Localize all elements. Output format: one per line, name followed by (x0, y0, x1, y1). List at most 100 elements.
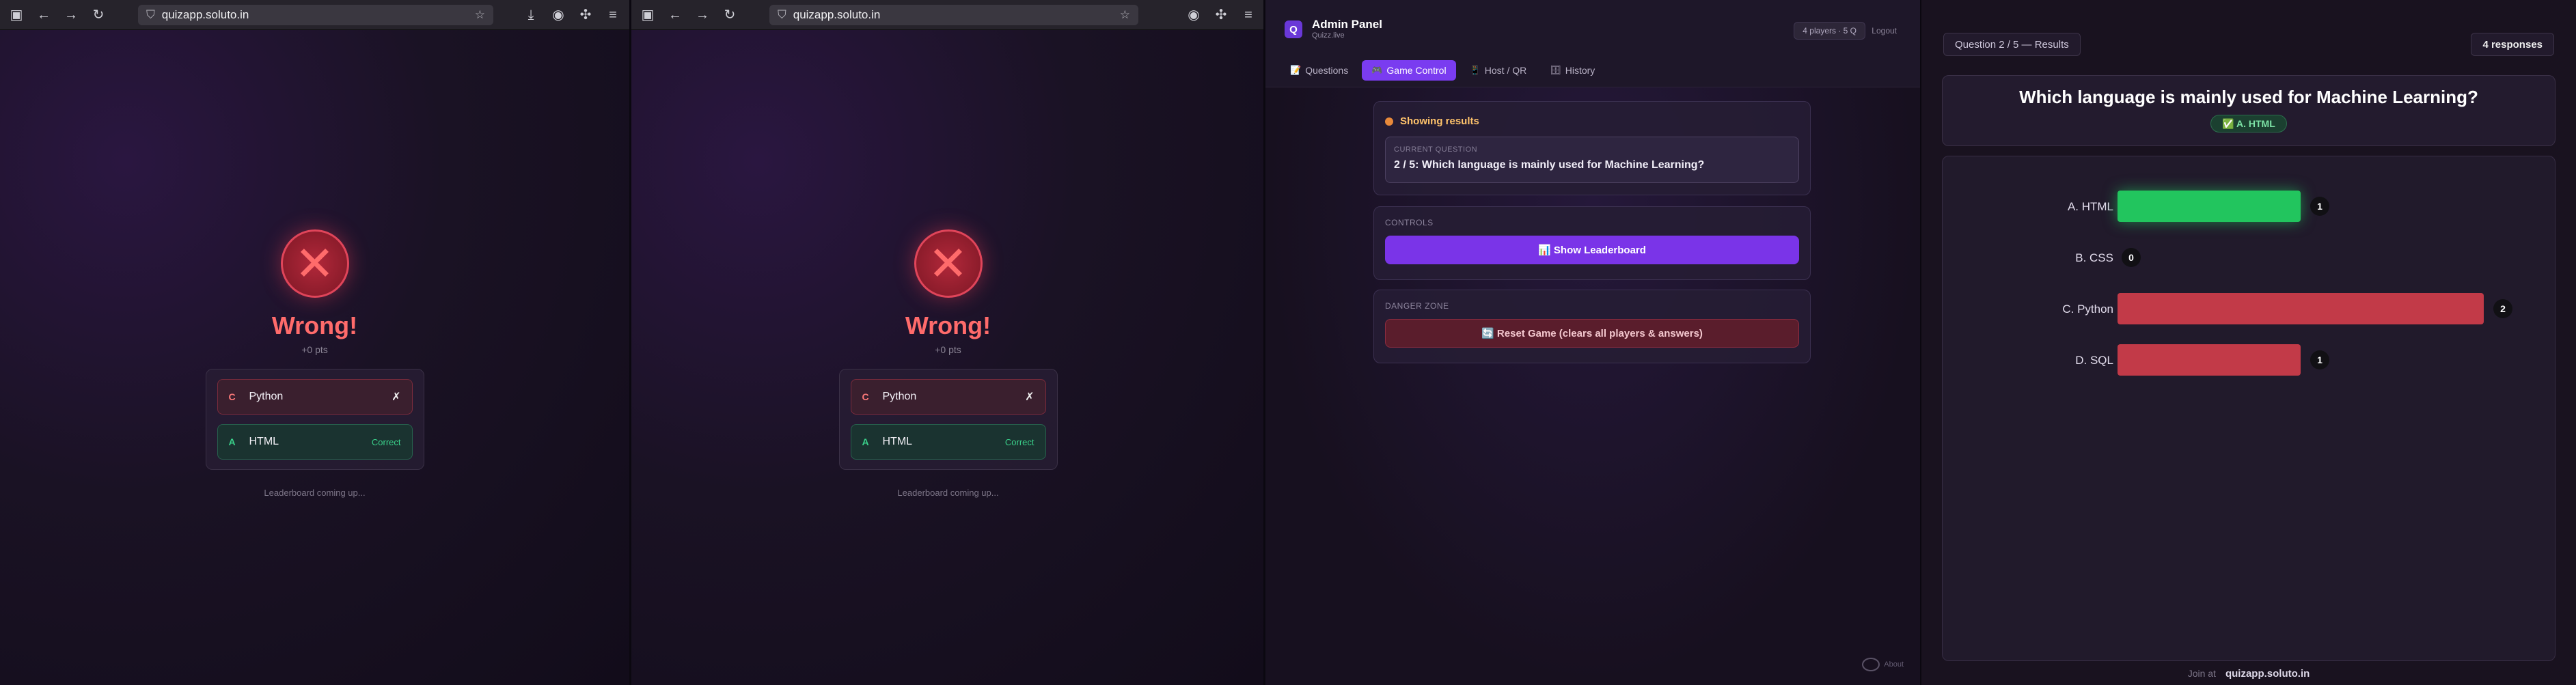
tab-host-qr[interactable]: 📱 Host / QR (1460, 60, 1537, 81)
tab-game-control[interactable]: 🎮 Game Control (1362, 60, 1456, 81)
game-status: Showing results (1385, 115, 1810, 127)
your-answer: C Python ✗ (850, 379, 1046, 415)
wrong-icon: ✕ (914, 229, 983, 298)
notepad-icon: 📝 (1290, 65, 1302, 75)
question-progress-pill: Question 2 / 5 — Results (1943, 33, 2081, 56)
status-text: Showing results (1400, 115, 1479, 127)
browser-toolbar: ▣ ← → ↻ ⛉ quizapp.soluto.in ☆ ⤓ ◉ ✣ ≡ (0, 0, 629, 30)
danger-zone-card: DANGER ZONE 🔄 Reset Game (clears all pla… (1373, 290, 1811, 363)
url-text: quizapp.soluto.in (161, 8, 249, 21)
gamepad-icon: 🎮 (1371, 65, 1383, 75)
tab-label: Game Control (1386, 65, 1447, 76)
answer-summary: C Python ✗ A HTML Correct (838, 369, 1058, 470)
answer-letter: C (862, 391, 869, 402)
admin-title: Admin Panel (1312, 18, 1382, 31)
correct-answer-pill: ✅ A. HTML (2210, 115, 2287, 132)
points-earned: +0 pts (301, 344, 328, 355)
current-question-box: CURRENT QUESTION 2 / 5: Which language i… (1385, 137, 1799, 183)
player-page: ✕ Wrong! +0 pts C Python ✗ A HTML Correc… (631, 30, 1265, 685)
result-title: Wrong! (905, 311, 991, 339)
answer-text: Python (882, 391, 917, 402)
leaderboard-notice: Leaderboard coming up... (264, 488, 366, 498)
extensions-icon[interactable]: ✣ (1213, 7, 1229, 23)
show-leaderboard-button[interactable]: 📊 Show Leaderboard (1385, 236, 1799, 264)
answer-text: HTML (249, 436, 279, 447)
tab-questions[interactable]: 📝 Questions (1280, 60, 1358, 81)
tab-label: Host / QR (1484, 65, 1527, 76)
url-bar[interactable]: ⛉ quizapp.soluto.in ☆ (138, 4, 493, 25)
sidebar-toggle-icon[interactable]: ▣ (640, 7, 656, 23)
status-card: Showing results CURRENT QUESTION 2 / 5: … (1373, 101, 1811, 195)
question-text: Which language is mainly used for Machin… (2019, 87, 2478, 107)
reset-game-button[interactable]: 🔄 Reset Game (clears all players & answe… (1385, 319, 1799, 348)
phone-icon: 📱 (1469, 65, 1481, 75)
player-window-2: ▣ ← → ↻ ⛉ quizapp.soluto.in ☆ ◉ ✣ ≡ ✕ Wr… (631, 0, 1265, 685)
menu-icon[interactable]: ≡ (1240, 7, 1257, 23)
bookmark-star-icon[interactable]: ☆ (475, 8, 485, 22)
result-title: Wrong! (271, 311, 358, 339)
responses-count: 4 responses (2471, 33, 2554, 56)
danger-zone-label: DANGER ZONE (1385, 301, 1449, 311)
status-dot-icon (1385, 117, 1393, 126)
points-earned: +0 pts (935, 344, 961, 355)
about-link[interactable]: About (1862, 658, 1904, 671)
sidebar-toggle-icon[interactable]: ▣ (8, 7, 25, 23)
about-text: About (1884, 660, 1904, 669)
answer-letter: A (228, 436, 236, 447)
extensions-icon[interactable]: ✣ (577, 7, 594, 23)
account-icon[interactable]: ◉ (550, 7, 566, 23)
account-icon[interactable]: ◉ (1186, 7, 1202, 23)
leaderboard-notice: Leaderboard coming up... (897, 488, 999, 498)
shield-icon: ⛉ (146, 8, 155, 21)
tab-label: History (1565, 65, 1595, 76)
tab-history[interactable]: 🗄 History (1540, 60, 1604, 81)
url-bar[interactable]: ⛉ quizapp.soluto.in ☆ (769, 4, 1138, 25)
answer-letter: A (862, 436, 869, 447)
answer-letter: C (228, 391, 236, 402)
reload-icon[interactable]: ↻ (722, 7, 738, 23)
results-window: Question 2 / 5 — Results 4 responses Whi… (1921, 0, 2576, 685)
logout-button[interactable]: Logout (1872, 26, 1897, 36)
bar-label: A. HTML (2068, 200, 2113, 213)
correct-answer: A HTML Correct (217, 424, 413, 460)
bar-label: D. SQL (2075, 354, 2113, 367)
cross-icon: ✗ (392, 391, 401, 403)
result-panel: ✕ Wrong! +0 pts C Python ✗ A HTML Correc… (631, 229, 1265, 498)
back-icon[interactable]: ← (667, 7, 683, 23)
admin-header: Q Admin Panel Quizz.live 4 players · 5 Q… (1265, 0, 1920, 87)
about-icon (1862, 658, 1880, 671)
results-board: Question 2 / 5 — Results 4 responses Whi… (1921, 0, 2576, 685)
your-answer: C Python ✗ (217, 379, 413, 415)
url-text: quizapp.soluto.in (793, 8, 881, 21)
controls-card: CONTROLS 📊 Show Leaderboard (1373, 206, 1811, 280)
bar-value: 1 (2317, 201, 2322, 212)
forward-icon[interactable]: → (694, 7, 711, 23)
bar (2118, 191, 2301, 222)
bookmark-star-icon[interactable]: ☆ (1120, 8, 1130, 22)
result-panel: ✕ Wrong! +0 pts C Python ✗ A HTML Correc… (0, 229, 629, 498)
browser-toolbar: ▣ ← → ↻ ⛉ quizapp.soluto.in ☆ ◉ ✣ ≡ (631, 0, 1265, 30)
tab-label: Questions (1305, 65, 1349, 76)
forward-icon[interactable]: → (63, 7, 79, 23)
bar-value: 2 (2500, 303, 2506, 314)
admin-tabs: 📝 Questions 🎮 Game Control 📱 Host / QR 🗄… (1280, 60, 1604, 81)
admin-panel: Q Admin Panel Quizz.live 4 players · 5 Q… (1265, 0, 1920, 685)
shield-icon: ⛉ (778, 8, 786, 21)
correct-label: Correct (1004, 436, 1034, 447)
join-label: Join at (2187, 668, 2216, 679)
bar-label: C. Python (2062, 303, 2113, 316)
results-chart: A. HTML 1 B. CSS 0 C. Python 2 D. SQL 1 (1942, 156, 2556, 661)
admin-subtitle: Quizz.live (1312, 31, 1345, 40)
archive-icon: 🗄 (1550, 65, 1561, 75)
back-icon[interactable]: ← (36, 7, 52, 23)
join-footer: Join at quizapp.soluto.in (1921, 662, 2576, 685)
menu-icon[interactable]: ≡ (605, 7, 621, 23)
screen: ▣ ← → ↻ ⛉ quizapp.soluto.in ☆ ⤓ ◉ ✣ ≡ ✕ … (0, 0, 2576, 685)
reload-icon[interactable]: ↻ (90, 7, 107, 23)
results-bar-chart: A. HTML 1 B. CSS 0 C. Python 2 D. SQL 1 (2062, 191, 2512, 376)
answer-summary: C Python ✗ A HTML Correct (205, 369, 424, 470)
answer-text: HTML (882, 436, 913, 447)
download-icon[interactable]: ⤓ (523, 7, 539, 23)
controls-label: CONTROLS (1385, 218, 1434, 227)
join-url: quizapp.soluto.in (2225, 667, 2310, 680)
